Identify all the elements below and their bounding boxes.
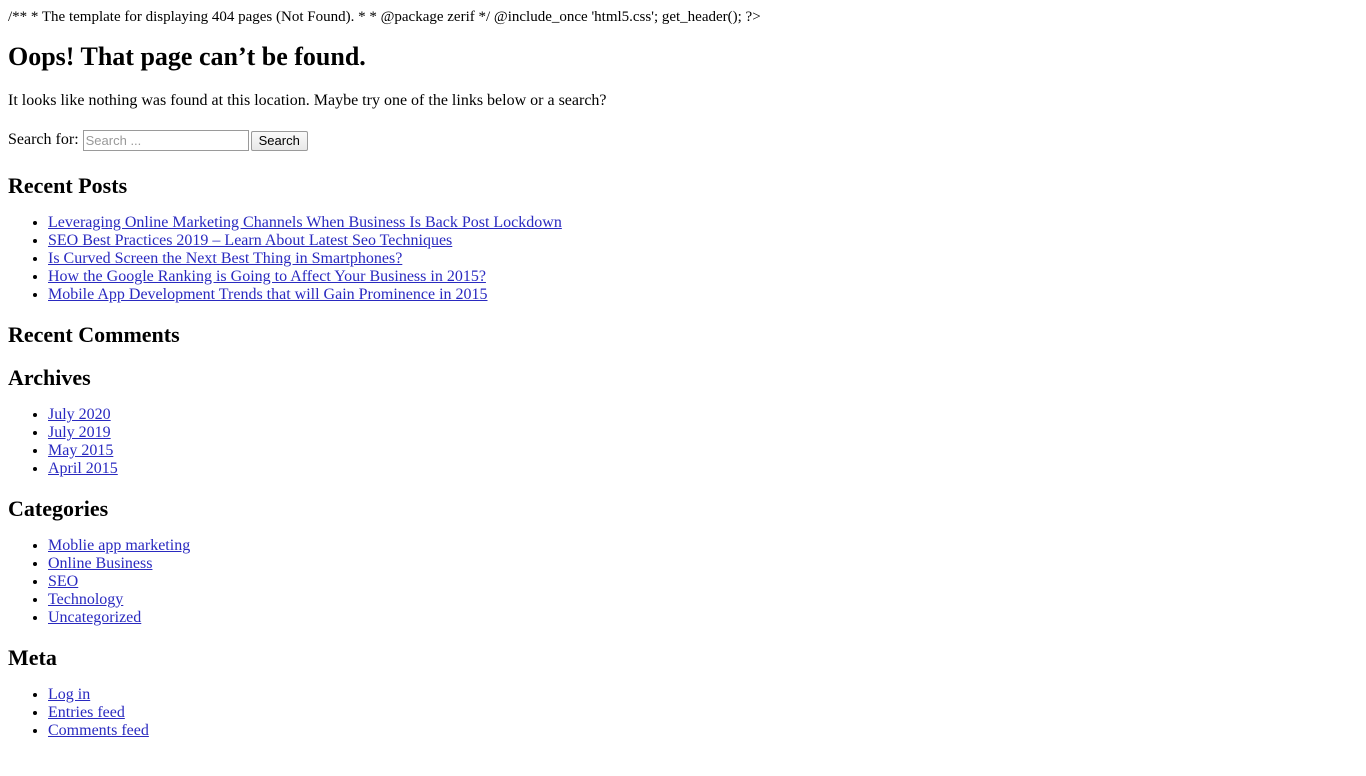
widget-recent-posts: Recent Posts Leveraging Online Marketing …: [8, 173, 1358, 304]
link-categories-2[interactable]: SEO: [48, 573, 78, 590]
list-item: SEO: [48, 573, 1358, 591]
link-recent-posts-4[interactable]: Mobile App Development Trends that will …: [48, 286, 488, 303]
link-recent-posts-3[interactable]: How the Google Ranking is Going to Affec…: [48, 268, 486, 285]
widget-title-meta: Meta: [8, 645, 57, 670]
list-item: How the Google Ranking is Going to Affec…: [48, 268, 1358, 286]
page-root: /** * The template for displaying 404 pa…: [8, 8, 1358, 740]
link-categories-4[interactable]: Uncategorized: [48, 609, 141, 626]
search-submit-button[interactable]: Search: [250, 130, 308, 151]
list-item: Moblie app marketing: [48, 537, 1358, 555]
search-form: Search for: Search: [8, 130, 1358, 151]
list-item: July 2019: [48, 424, 1358, 442]
raw-php-comment-text: /** * The template for displaying 404 pa…: [8, 9, 761, 25]
list-item: Is Curved Screen the Next Best Thing in …: [48, 250, 1358, 268]
list-item: Technology: [48, 591, 1358, 609]
list-item: SEO Best Practices 2019 – Learn About La…: [48, 232, 1358, 250]
widget-list-meta: Log inEntries feedComments feed: [8, 686, 1358, 740]
list-item: Leveraging Online Marketing Channels Whe…: [48, 214, 1358, 232]
link-archives-3[interactable]: April 2015: [48, 460, 118, 477]
list-item: May 2015: [48, 442, 1358, 460]
search-label-text: Search for:: [8, 131, 79, 149]
link-recent-posts-1[interactable]: SEO Best Practices 2019 – Learn About La…: [48, 232, 452, 249]
link-meta-1[interactable]: Entries feed: [48, 704, 125, 721]
link-categories-0[interactable]: Moblie app marketing: [48, 537, 190, 554]
list-item: April 2015: [48, 460, 1358, 478]
link-archives-2[interactable]: May 2015: [48, 442, 113, 459]
list-item: Online Business: [48, 555, 1358, 573]
list-item: Uncategorized: [48, 609, 1358, 627]
widget-recent-comments: Recent Comments: [8, 322, 1358, 347]
link-recent-posts-0[interactable]: Leveraging Online Marketing Channels Whe…: [48, 214, 562, 231]
widget-meta: Meta Log inEntries feedComments feed: [8, 645, 1358, 740]
link-meta-0[interactable]: Log in: [48, 686, 90, 703]
link-archives-1[interactable]: July 2019: [48, 424, 111, 441]
widget-title-recent-posts: Recent Posts: [8, 173, 128, 198]
link-archives-0[interactable]: July 2020: [48, 406, 111, 423]
list-item: Mobile App Development Trends that will …: [48, 286, 1358, 304]
widget-list-categories: Moblie app marketingOnline BusinessSEOTe…: [8, 537, 1358, 627]
list-item: July 2020: [48, 406, 1358, 424]
widget-title-categories: Categories: [8, 496, 109, 521]
widget-list-archives: July 2020July 2019May 2015April 2015: [8, 406, 1358, 478]
search-label: Search for:: [8, 130, 251, 151]
link-meta-2[interactable]: Comments feed: [48, 722, 149, 739]
page-intro-text: It looks like nothing was found at this …: [8, 92, 607, 109]
link-categories-1[interactable]: Online Business: [48, 555, 152, 572]
list-item: Log in: [48, 686, 1358, 704]
widget-archives: Archives July 2020July 2019May 2015April …: [8, 365, 1358, 478]
page-title: Oops! That page can’t be found.: [8, 42, 366, 71]
widget-title-recent-comments: Recent Comments: [8, 322, 180, 347]
widgets-container: Recent Posts Leveraging Online Marketing …: [8, 173, 1358, 740]
widget-title-archives: Archives: [8, 365, 91, 390]
widget-categories: Categories Moblie app marketingOnline Bus…: [8, 496, 1358, 627]
link-recent-posts-2[interactable]: Is Curved Screen the Next Best Thing in …: [48, 250, 402, 267]
widget-list-recent-posts: Leveraging Online Marketing Channels Whe…: [8, 214, 1358, 304]
search-input[interactable]: [82, 130, 249, 151]
list-item: Entries feed: [48, 704, 1358, 722]
link-categories-3[interactable]: Technology: [48, 591, 123, 608]
list-item: Comments feed: [48, 722, 1358, 740]
